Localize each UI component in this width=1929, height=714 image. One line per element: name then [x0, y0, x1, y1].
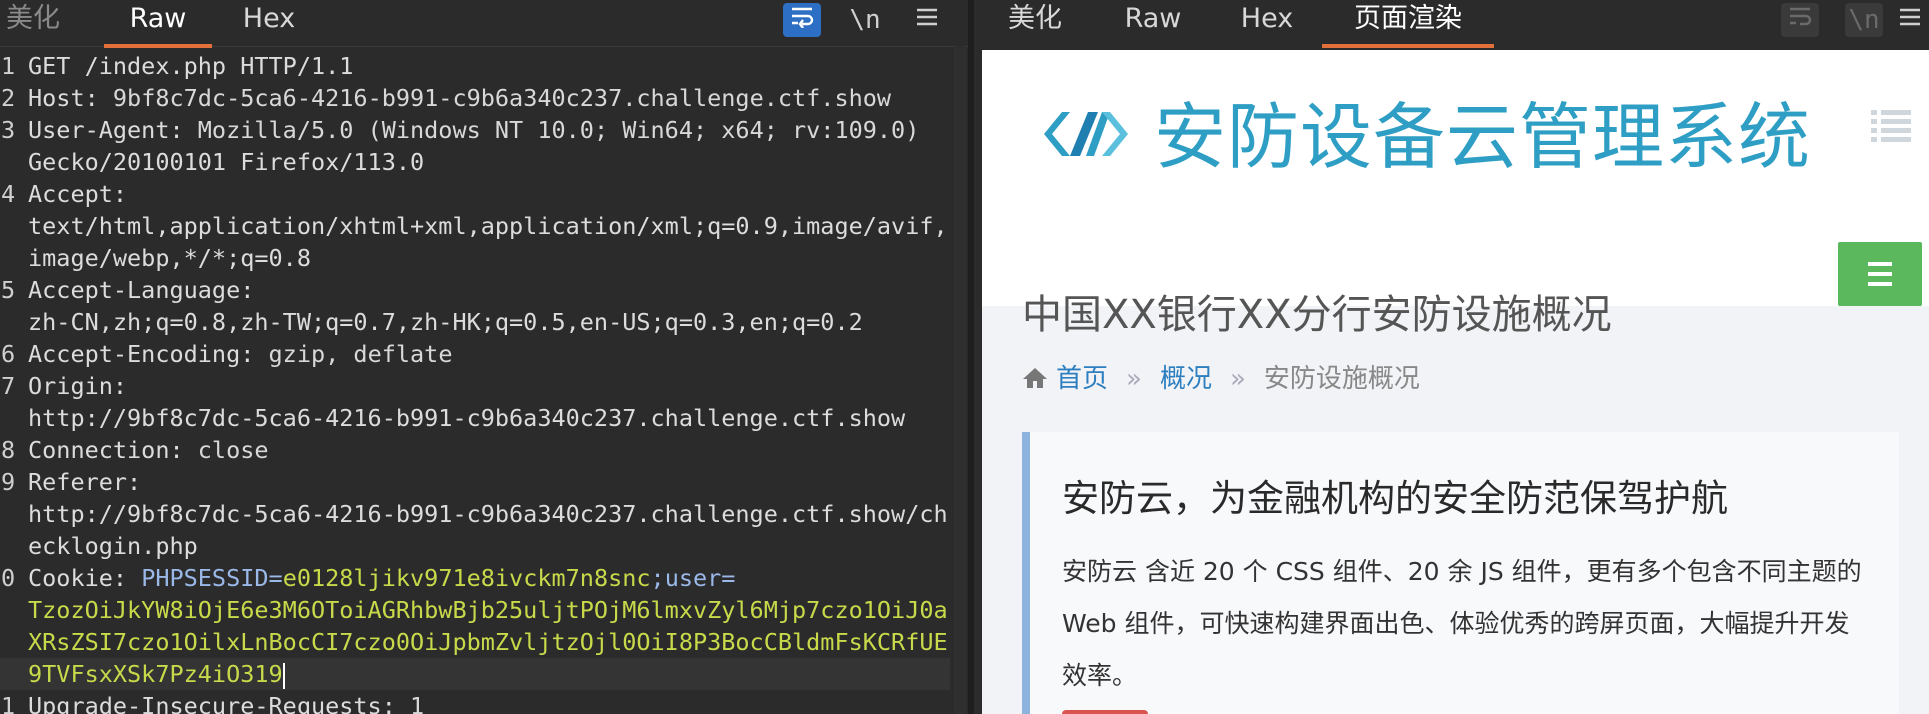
page-content: 中国XX银行XX分行安防设施概况 首页 » 概况 » 安防设施概况 安防云，为金融机构的… — [982, 292, 1929, 714]
newline-toggle[interactable]: \n — [846, 3, 884, 37]
header-continuation: http://9bf8c7dc-5ca6-4216-b991-c9b6a340c… — [28, 404, 906, 432]
header-line: 1 Upgrade-Insecure-Requests: 1 — [1, 692, 425, 714]
request-tabbar: 美化 Raw Hex \n — [0, 0, 968, 48]
site-logo-icon — [1040, 106, 1132, 166]
breadcrumb-overview-link[interactable]: 概况 — [1160, 364, 1212, 394]
breadcrumb: 首页 » 概况 » 安防设施概况 — [1022, 358, 1420, 396]
header-continuation: image/webp,*/*;q=0.8 — [28, 244, 311, 272]
wrap-lines-icon[interactable] — [1781, 3, 1819, 37]
header-continuation: http://9bf8c7dc-5ca6-4216-b991-c9b6a340c… — [28, 500, 948, 528]
tab-raw[interactable]: Raw — [104, 0, 212, 48]
editor-scrollbar[interactable] — [954, 46, 966, 714]
header-continuation: text/html,application/xhtml+xml,applicat… — [28, 212, 948, 240]
header-line: 8 Connection: close — [1, 436, 269, 464]
header-continuation: zh-CN,zh;q=0.8,zh-TW;q=0.7,zh-HK;q=0.5,e… — [28, 308, 863, 336]
card-title: 安防云，为金融机构的安全防范保驾护航 — [1062, 477, 1728, 520]
cookie-continuation-current: 9TVFsxXSk7Pz4iO319 — [0, 658, 950, 690]
site-header: 安防设备云管理系统 — [982, 50, 1929, 306]
wrap-lines-icon[interactable] — [783, 3, 821, 37]
page-heading: 中国XX银行XX分行安防设施概况 — [1022, 292, 1612, 338]
home-icon — [1022, 366, 1048, 396]
header-line: 5 Accept-Language: — [1, 276, 255, 304]
site-title: 安防设备云管理系统 — [1154, 95, 1812, 179]
breadcrumb-separator: » — [1126, 364, 1142, 394]
header-line: 7 Origin: — [1, 372, 128, 400]
hamburger-menu-icon[interactable] — [908, 3, 946, 37]
card-action-button[interactable] — [1062, 710, 1148, 714]
header-line: 9 Referer: — [1, 468, 142, 496]
header-line: 4 Accept: — [1, 180, 128, 208]
breadcrumb-home-link[interactable]: 首页 — [1056, 364, 1108, 394]
hamburger-menu-icon[interactable] — [1895, 3, 1925, 37]
card-body: 安防云 含近 20 个 CSS 组件、20 余 JS 组件，更有多个包含不同主题… — [1062, 557, 1862, 690]
breadcrumb-separator: » — [1229, 364, 1246, 394]
header-continuation: Gecko/20100101 Firefox/113.0 — [28, 148, 425, 176]
response-tabbar: 美化 Raw Hex 页面渲染 \n — [974, 0, 1929, 48]
header-line: 6 Accept-Encoding: gzip, deflate — [1, 340, 453, 368]
tab-hex[interactable]: Hex — [1238, 0, 1296, 44]
rendered-page-view[interactable]: 安防设备云管理系统 中国XX银行XX分行安防设施概况 首页 » 概况 » 安防设施概况 … — [982, 50, 1929, 714]
cookie-line: 0 Cookie: PHPSESSID=e0128ljikv971e8ivckm7… — [1, 564, 736, 592]
newline-toggle[interactable]: \n — [1845, 3, 1883, 37]
intro-card: 安防云，为金融机构的安全防范保驾护航 安防云 含近 20 个 CSS 组件、20… — [1022, 432, 1899, 714]
cookie-continuation: TzozOiJkYW8iOjE6e3M6OToiAGRhbwBjb25uljtP… — [28, 596, 948, 624]
tab-hex[interactable]: Hex — [238, 0, 300, 44]
text-caret — [282, 662, 285, 689]
header-line: 3 User-Agent: Mozilla/5.0 (Windows NT 10.… — [1, 116, 920, 144]
request-pane: 美化 Raw Hex \n 1 GET /index.php HTTP/1.1 2… — [0, 0, 968, 714]
tab-render[interactable]: 页面渲染 — [1322, 0, 1494, 48]
tab-pretty[interactable]: 美化 — [4, 0, 62, 44]
tab-raw[interactable]: Raw — [1122, 0, 1184, 44]
cookie-continuation: XRsZSI7czo1OilxLnBocCI7czo0OiJpbmZvljtzO… — [28, 628, 948, 656]
menu-toggle-button[interactable] — [1838, 242, 1922, 306]
response-pane: 美化 Raw Hex 页面渲染 \n 安防设备云管理系统 中国XX银行XX分行安… — [974, 0, 1929, 714]
request-line: 1 GET /index.php HTTP/1.1 — [1, 52, 354, 80]
raw-request-editor[interactable]: 1 GET /index.php HTTP/1.1 2 Host: 9bf8c7dc… — [0, 50, 950, 714]
header-line: 2 Host: 9bf8c7dc-5ca6-4216-b991-c9b6a340c… — [1, 84, 892, 112]
breadcrumb-current: 安防设施概况 — [1263, 364, 1420, 394]
header-continuation: ecklogin.php — [28, 532, 198, 560]
list-view-icon[interactable] — [1871, 108, 1911, 148]
tab-pretty[interactable]: 美化 — [1006, 0, 1064, 44]
